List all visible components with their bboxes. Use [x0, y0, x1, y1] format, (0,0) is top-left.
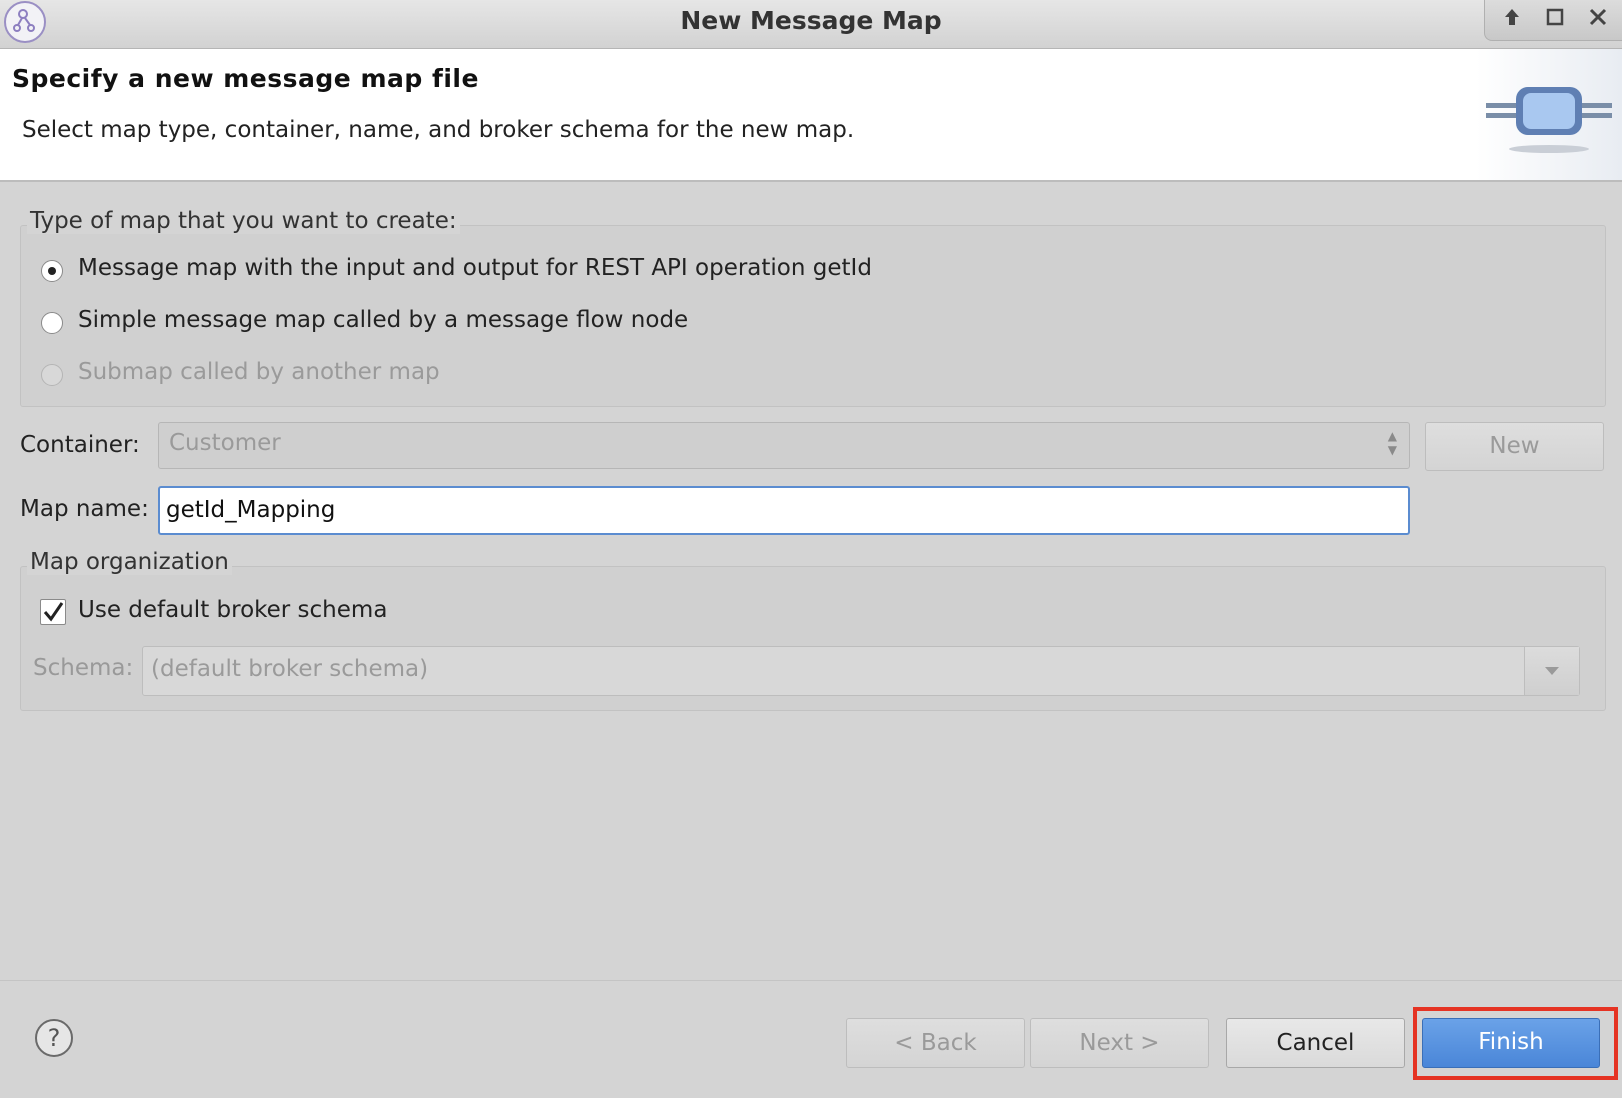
- next-button: Next >: [1030, 1018, 1209, 1068]
- container-select: Customer ▲ ▼: [158, 422, 1410, 469]
- page-heading: Specify a new message map file: [12, 64, 479, 93]
- map-name-input[interactable]: getId_Mapping: [158, 486, 1410, 535]
- radio-simple-map[interactable]: [41, 312, 63, 334]
- schema-combo: (default broker schema): [142, 646, 1580, 696]
- container-value: Customer: [169, 430, 281, 456]
- message-map-wizard-icon: [1476, 49, 1622, 180]
- use-default-schema-checkbox[interactable]: [40, 599, 66, 625]
- cancel-button[interactable]: Cancel: [1226, 1018, 1405, 1068]
- option-rest-api-map-label[interactable]: Message map with the input and output fo…: [78, 255, 872, 281]
- window-title: New Message Map: [680, 6, 942, 35]
- container-label: Container:: [20, 432, 140, 458]
- radio-rest-api-map[interactable]: [41, 260, 63, 282]
- finish-button[interactable]: Finish: [1422, 1018, 1600, 1068]
- title-bar: New Message Map: [0, 0, 1622, 49]
- back-button: < Back: [846, 1018, 1025, 1068]
- page-description: Select map type, container, name, and br…: [22, 117, 855, 143]
- wizard-header: Specify a new message map file Select ma…: [0, 49, 1622, 182]
- checkmark-icon: [43, 602, 64, 622]
- footer-divider: [0, 980, 1622, 981]
- close-icon[interactable]: [1583, 6, 1613, 36]
- container-new-button: New: [1425, 422, 1604, 471]
- chevron-down-icon: [1524, 647, 1579, 695]
- spinner-arrows-icon: ▲ ▼: [1387, 429, 1397, 457]
- map-organization-legend: Map organization: [27, 549, 232, 575]
- window-controls: [1484, 0, 1622, 41]
- map-name-value: getId_Mapping: [166, 497, 336, 523]
- radio-submap: [41, 364, 63, 386]
- option-submap-label: Submap called by another map: [78, 359, 440, 385]
- map-name-label: Map name:: [20, 496, 149, 522]
- map-type-legend: Type of map that you want to create:: [27, 208, 460, 234]
- use-default-schema-label[interactable]: Use default broker schema: [78, 597, 387, 623]
- schema-value: (default broker schema): [151, 656, 429, 682]
- help-icon[interactable]: ?: [35, 1019, 73, 1057]
- schema-label: Schema:: [33, 655, 134, 681]
- arrow-up-icon[interactable]: [1497, 6, 1527, 36]
- maximize-icon[interactable]: [1540, 6, 1570, 36]
- option-simple-map-label[interactable]: Simple message map called by a message f…: [78, 307, 688, 333]
